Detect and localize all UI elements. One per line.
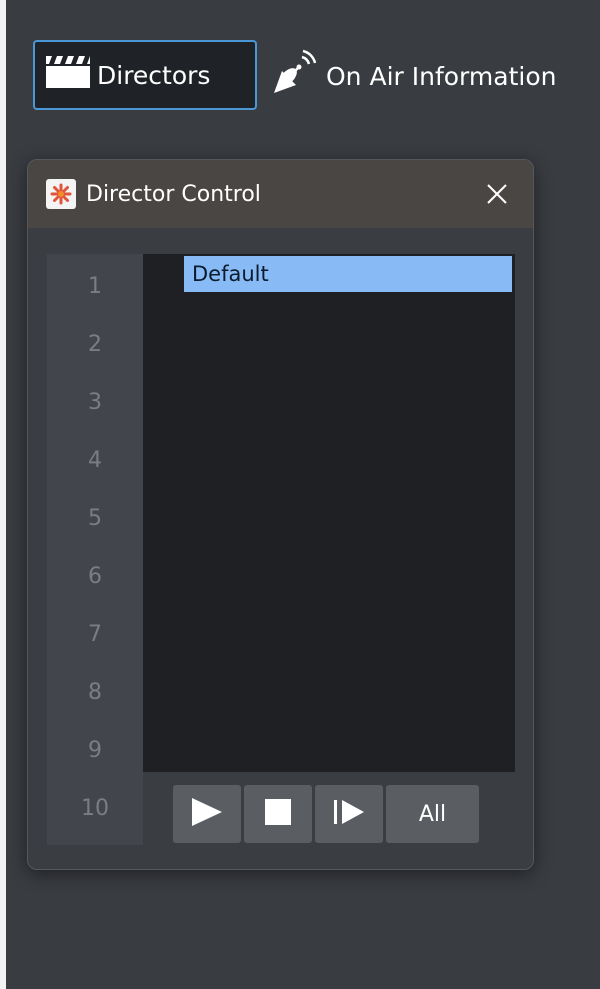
line-number: 2 (88, 332, 102, 357)
satellite-dish-icon (268, 47, 320, 105)
line-number: 8 (88, 680, 102, 705)
on-air-information-label: On Air Information (326, 61, 557, 91)
director-list[interactable]: Default (143, 254, 515, 772)
line-number: 3 (88, 390, 102, 415)
step-forward-icon (332, 799, 366, 829)
directors-label: Directors (97, 60, 211, 90)
panel-header[interactable]: Director Control (28, 160, 533, 228)
all-button-label: All (418, 801, 447, 827)
line-number: 1 (88, 274, 102, 299)
line-number: 10 (81, 796, 109, 821)
line-number: 7 (88, 622, 102, 647)
all-button[interactable]: All (386, 785, 479, 843)
director-control-panel: Director Control 1 2 3 4 5 6 7 8 9 10 De… (27, 159, 534, 870)
list-item-default[interactable]: Default (184, 256, 512, 292)
line-number: 5 (88, 506, 102, 531)
line-number-gutter: 1 2 3 4 5 6 7 8 9 10 (47, 254, 143, 845)
step-forward-button[interactable] (315, 785, 383, 843)
line-number: 6 (88, 564, 102, 589)
line-number: 4 (88, 448, 102, 473)
close-icon[interactable] (481, 178, 513, 210)
clapperboard-icon (45, 55, 91, 95)
line-number: 9 (88, 738, 102, 763)
window-edge (0, 0, 6, 989)
stop-button[interactable] (244, 785, 312, 843)
app-logo-icon (46, 179, 76, 209)
panel-title: Director Control (86, 181, 261, 207)
directors-button[interactable]: Directors (33, 40, 257, 110)
play-icon (190, 797, 224, 831)
on-air-information-button[interactable]: On Air Information (268, 42, 556, 110)
stop-icon (264, 798, 292, 830)
play-button[interactable] (173, 785, 241, 843)
